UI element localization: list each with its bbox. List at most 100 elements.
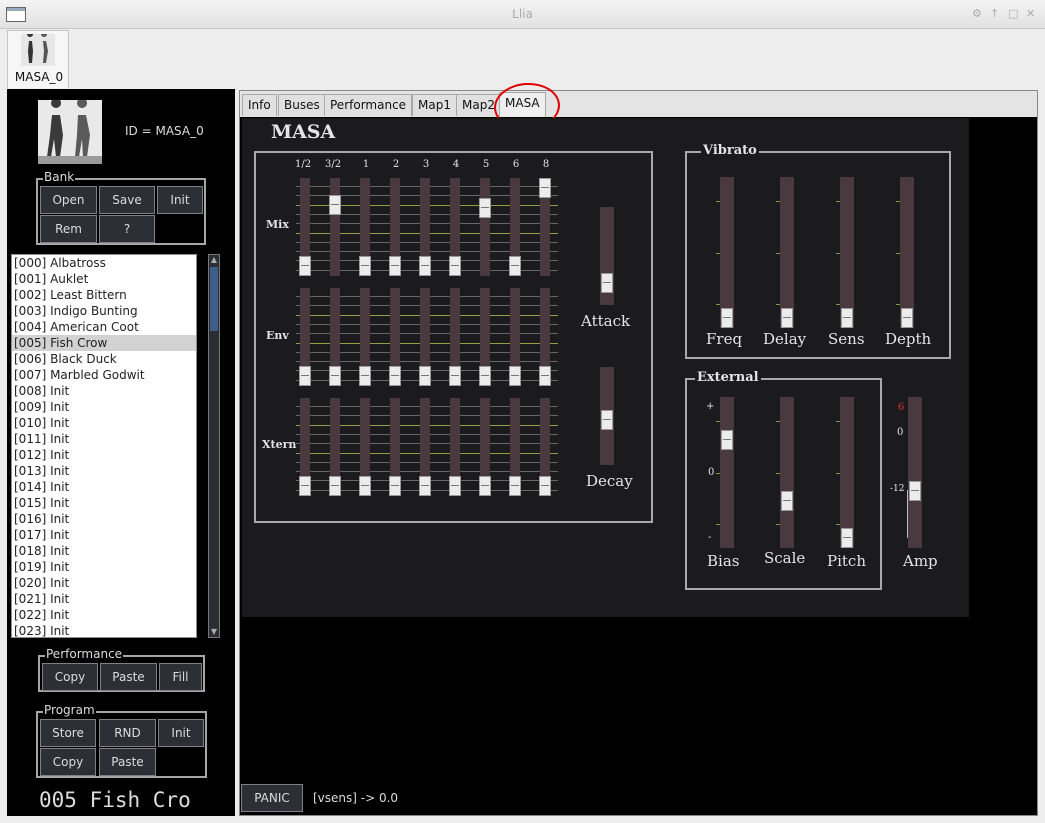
program-list-item[interactable]: [014] Init bbox=[12, 479, 196, 495]
harmonic-env-8-knob[interactable] bbox=[539, 366, 551, 386]
harmonic-mix-1-knob[interactable] bbox=[329, 195, 341, 216]
program-list-item[interactable]: [019] Init bbox=[12, 559, 196, 575]
harmonic-env-4-knob[interactable] bbox=[419, 366, 431, 386]
harmonic-env-2-knob[interactable] bbox=[359, 366, 371, 386]
harmonic-env-5-knob[interactable] bbox=[449, 366, 461, 386]
program-list-scrollbar[interactable]: ▲ ▼ bbox=[208, 254, 220, 638]
program-list-item[interactable]: [016] Init bbox=[12, 511, 196, 527]
program-list[interactable]: [000] Albatross [001] Auklet [002] Least B… bbox=[11, 254, 197, 638]
program-list-item[interactable]: [017] Init bbox=[12, 527, 196, 543]
harmonic-mix-1-slider[interactable] bbox=[330, 178, 340, 276]
program-list-item[interactable]: [000] Albatross bbox=[12, 255, 196, 271]
program-list-item[interactable]: [009] Init bbox=[12, 399, 196, 415]
external-bias-knob[interactable] bbox=[721, 429, 733, 450]
harmonic-xtern-7-knob[interactable] bbox=[509, 476, 521, 496]
program-list-item[interactable]: [008] Init bbox=[12, 383, 196, 399]
program-store-button[interactable]: Store bbox=[40, 719, 96, 747]
harmonic-xtern-6-knob[interactable] bbox=[479, 476, 491, 496]
program-list-item[interactable]: [004] American Coot bbox=[12, 319, 196, 335]
program-list-item[interactable]: [001] Auklet bbox=[12, 271, 196, 287]
bank-help-button[interactable]: ? bbox=[99, 215, 155, 243]
program-init-button[interactable]: Init bbox=[158, 719, 204, 747]
harmonic-mix-0-knob[interactable] bbox=[299, 256, 311, 276]
keep-above-icon[interactable]: ↑ bbox=[990, 7, 999, 20]
harmonic-xtern-4-knob[interactable] bbox=[419, 476, 431, 496]
vibrato-sens-slider[interactable] bbox=[840, 177, 854, 328]
program-list-item[interactable]: [007] Marbled Godwit bbox=[12, 367, 196, 383]
vibrato-delay-knob[interactable] bbox=[781, 308, 793, 328]
external-pitch-knob[interactable] bbox=[841, 528, 853, 548]
program-random-button[interactable]: RND bbox=[99, 719, 156, 747]
attack-knob[interactable] bbox=[601, 273, 613, 294]
tab-performance[interactable]: Performance bbox=[324, 94, 413, 116]
program-list-item[interactable]: [010] Init bbox=[12, 415, 196, 431]
program-list-item[interactable]: [003] Indigo Bunting bbox=[12, 303, 196, 319]
harmonic-xtern-5-knob[interactable] bbox=[449, 476, 461, 496]
external-pitch-slider[interactable] bbox=[840, 397, 854, 548]
close-icon[interactable]: ✕ bbox=[1026, 7, 1035, 20]
settings-icon[interactable]: ⚙ bbox=[972, 7, 982, 20]
vibrato-sens-knob[interactable] bbox=[841, 308, 853, 328]
program-paste-button[interactable]: Paste bbox=[99, 748, 156, 776]
program-list-item[interactable]: [018] Init bbox=[12, 543, 196, 559]
synth-tab-masa[interactable]: MASA_0 bbox=[7, 30, 69, 88]
program-list-item[interactable]: [002] Least Bittern bbox=[12, 287, 196, 303]
vibrato-delay-slider[interactable] bbox=[780, 177, 794, 328]
tab-buses[interactable]: Buses bbox=[278, 94, 326, 116]
harmonic-mix-6-slider[interactable] bbox=[480, 178, 490, 276]
program-list-item[interactable]: [011] Init bbox=[12, 431, 196, 447]
program-list-item[interactable]: [023] Init bbox=[12, 623, 196, 637]
program-list-item[interactable]: [006] Black Duck bbox=[12, 351, 196, 367]
bank-init-button[interactable]: Init bbox=[157, 186, 203, 214]
program-list-item[interactable]: [012] Init bbox=[12, 447, 196, 463]
vibrato-freq-knob[interactable] bbox=[721, 308, 733, 328]
vibrato-depth-knob[interactable] bbox=[901, 308, 913, 328]
scroll-down-icon[interactable]: ▼ bbox=[209, 627, 219, 637]
tab-info[interactable]: Info bbox=[242, 94, 277, 116]
harmonic-env-0-knob[interactable] bbox=[299, 366, 311, 386]
external-bias-slider[interactable] bbox=[720, 397, 734, 548]
maximize-icon[interactable]: □ bbox=[1008, 7, 1018, 20]
harmonic-xtern-2-knob[interactable] bbox=[359, 476, 371, 496]
program-list-item[interactable]: [021] Init bbox=[12, 591, 196, 607]
harmonic-env-6-knob[interactable] bbox=[479, 366, 491, 386]
scrollbar-thumb[interactable] bbox=[210, 267, 218, 331]
harmonic-mix-5-knob[interactable] bbox=[449, 256, 461, 276]
program-list-item[interactable]: [015] Init bbox=[12, 495, 196, 511]
bank-remove-button[interactable]: Rem bbox=[40, 215, 97, 243]
panic-button[interactable]: PANIC bbox=[241, 784, 303, 812]
performance-copy-button[interactable]: Copy bbox=[42, 663, 98, 691]
bank-save-button[interactable]: Save bbox=[99, 186, 155, 214]
harmonic-mix-3-knob[interactable] bbox=[389, 256, 401, 276]
decay-knob[interactable] bbox=[601, 409, 613, 430]
tab-map1[interactable]: Map1 bbox=[412, 94, 457, 116]
harmonic-mix-2-knob[interactable] bbox=[359, 256, 371, 276]
bank-open-button[interactable]: Open bbox=[40, 186, 97, 214]
harmonic-mix-7-knob[interactable] bbox=[509, 256, 521, 276]
program-list-item[interactable]: [013] Init bbox=[12, 463, 196, 479]
harmonic-mix-6-knob[interactable] bbox=[479, 197, 491, 218]
performance-fill-button[interactable]: Fill bbox=[159, 663, 202, 691]
performance-paste-button[interactable]: Paste bbox=[100, 663, 157, 691]
external-scale-slider[interactable] bbox=[780, 397, 794, 548]
harmonic-env-1-knob[interactable] bbox=[329, 366, 341, 386]
external-pitch-label: Pitch bbox=[827, 552, 866, 570]
program-list-item[interactable]: [005] Fish Crow bbox=[12, 335, 196, 351]
scroll-up-icon[interactable]: ▲ bbox=[209, 255, 219, 265]
harmonic-mix-8-knob[interactable] bbox=[539, 178, 551, 198]
harmonic-mix-4-knob[interactable] bbox=[419, 256, 431, 276]
harmonic-xtern-8-knob[interactable] bbox=[539, 476, 551, 496]
program-list-item[interactable]: [020] Init bbox=[12, 575, 196, 591]
program-list-item[interactable]: [022] Init bbox=[12, 607, 196, 623]
program-copy-button[interactable]: Copy bbox=[40, 748, 96, 776]
harmonic-env-7-knob[interactable] bbox=[509, 366, 521, 386]
external-scale-knob[interactable] bbox=[781, 491, 793, 512]
vibrato-depth-slider[interactable] bbox=[900, 177, 914, 328]
harmonic-xtern-1-knob[interactable] bbox=[329, 476, 341, 496]
harmonic-xtern-3-knob[interactable] bbox=[389, 476, 401, 496]
amp-slider[interactable] bbox=[908, 397, 922, 548]
harmonic-env-3-knob[interactable] bbox=[389, 366, 401, 386]
vibrato-freq-slider[interactable] bbox=[720, 177, 734, 328]
harmonic-xtern-0-knob[interactable] bbox=[299, 476, 311, 496]
amp-knob[interactable] bbox=[909, 480, 921, 501]
